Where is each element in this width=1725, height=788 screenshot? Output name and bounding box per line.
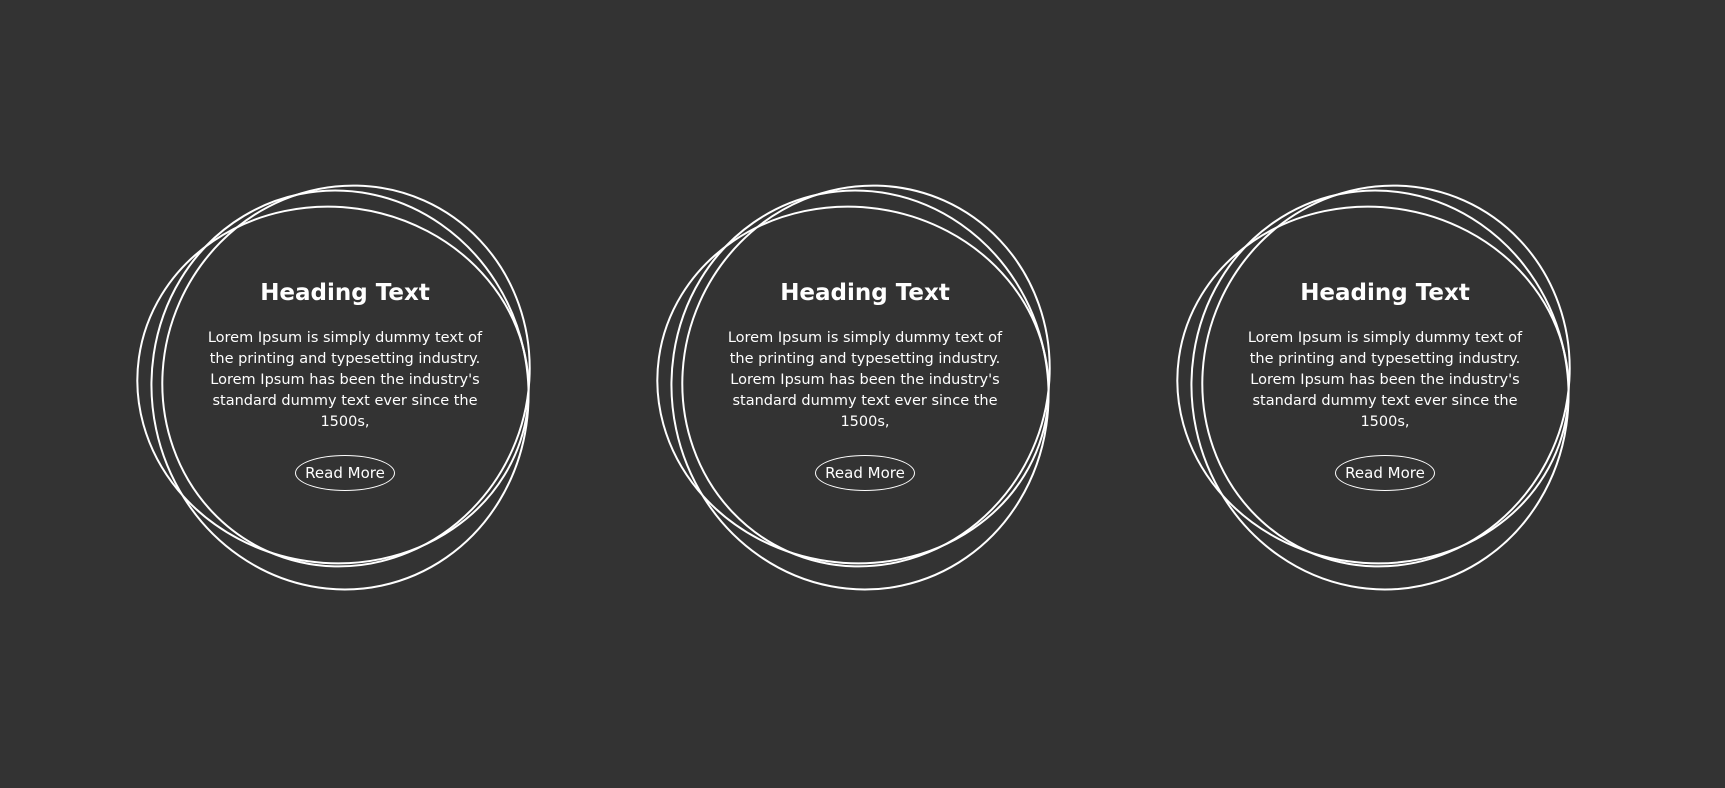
card-3: Heading Text Lorem Ipsum is simply dummy… xyxy=(1150,160,1610,620)
card-heading: Heading Text xyxy=(780,280,950,306)
card-1: Heading Text Lorem Ipsum is simply dummy… xyxy=(110,160,570,620)
button-wrapper: Read More xyxy=(200,455,490,491)
card-content: Heading Text Lorem Ipsum is simply dummy… xyxy=(200,280,490,491)
page: Heading Text Lorem Ipsum is simply dummy… xyxy=(0,0,1725,788)
read-more-button[interactable]: Read More xyxy=(1335,455,1435,491)
card-heading: Heading Text xyxy=(1300,280,1470,306)
card-2: Heading Text Lorem Ipsum is simply dummy… xyxy=(630,160,1090,620)
card-body-text: Lorem Ipsum is simply dummy text of the … xyxy=(207,330,483,430)
card-content: Heading Text Lorem Ipsum is simply dummy… xyxy=(1240,280,1530,491)
button-wrapper: Read More xyxy=(720,455,1010,491)
read-more-button[interactable]: Read More xyxy=(815,455,915,491)
card-body-text: Lorem Ipsum is simply dummy text of the … xyxy=(727,330,1003,430)
card-content: Heading Text Lorem Ipsum is simply dummy… xyxy=(720,280,1010,491)
button-wrapper: Read More xyxy=(1240,455,1530,491)
read-more-button[interactable]: Read More xyxy=(295,455,395,491)
card-body-text: Lorem Ipsum is simply dummy text of the … xyxy=(1247,330,1523,430)
card-heading: Heading Text xyxy=(260,280,430,306)
